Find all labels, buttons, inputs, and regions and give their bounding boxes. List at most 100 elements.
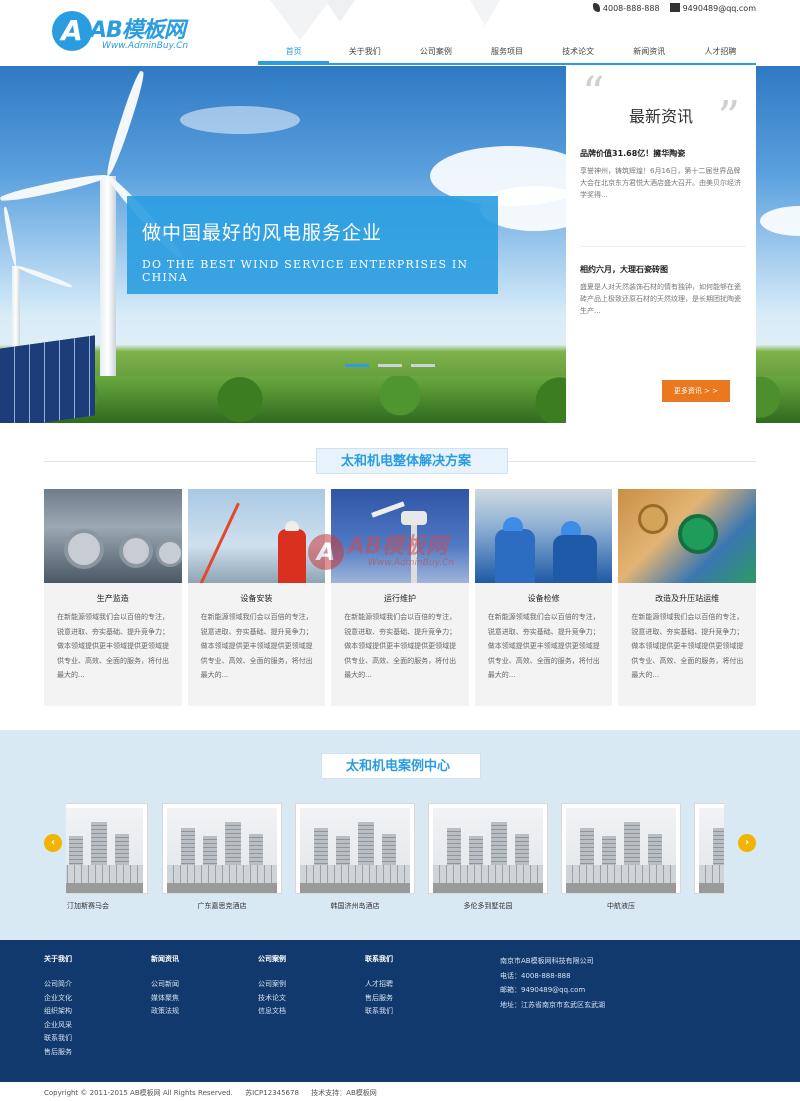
nav-services[interactable]: 服务项目: [471, 43, 542, 63]
case-item[interactable]: 中航液压: [561, 803, 681, 911]
case-name[interactable]: 广东嘉思克酒店: [162, 901, 282, 911]
header-decoration: [470, 0, 500, 26]
more-news-button[interactable]: 更多资讯 > >: [662, 380, 730, 402]
news-panel-title: 最新资讯: [628, 107, 693, 126]
card-text: 在新能源领域我们会以百倍的专注，锐意进取、夯实基础、提升竞争力；做本领域提供更丰…: [344, 613, 457, 679]
case-image[interactable]: [694, 803, 724, 894]
card-image[interactable]: [331, 489, 469, 583]
footer-link[interactable]: 公司新闻: [151, 978, 251, 992]
case-name[interactable]: 韩国济州岛酒店: [295, 901, 415, 911]
nav-cases[interactable]: 公司案例: [400, 43, 471, 63]
card-title[interactable]: 设备安装: [188, 593, 326, 604]
slider-dot-2[interactable]: [378, 364, 402, 367]
slider-dot-3[interactable]: [411, 364, 435, 367]
footer-link[interactable]: 企业文化: [44, 992, 144, 1006]
solution-card[interactable]: 生产监造 在新能源领域我们会以百倍的专注，锐意进取、夯实基础、提升竞争力；做本领…: [44, 489, 182, 706]
logo-badge: A: [52, 11, 92, 51]
card-title[interactable]: 生产监造: [44, 593, 182, 604]
building: [115, 834, 129, 866]
turbine-blade: [14, 263, 73, 289]
card-text: 在新能源领域我们会以百倍的专注，锐意进取、夯实基础、提升竞争力；做本领域提供更丰…: [487, 613, 600, 679]
solution-card[interactable]: 设备安装 在新能源领域我们会以百倍的专注，锐意进取、夯实基础、提升竞争力；做本领…: [187, 489, 326, 706]
storefront: [566, 865, 676, 883]
footer-link[interactable]: 联系我们: [365, 1005, 465, 1019]
news-item[interactable]: 品牌价值31.68亿！擁华陶瓷 享誉神州，铸筑辉煌！6月16日，第十二届世界品牌…: [580, 148, 746, 201]
mail-icon: [669, 3, 680, 12]
footer-link[interactable]: 售后服务: [44, 1046, 144, 1060]
footer-link[interactable]: 联系我们: [44, 1032, 144, 1046]
company-phone: 电话：4008-888-888: [500, 971, 571, 980]
card-image[interactable]: [618, 489, 756, 583]
wind-turbine: [100, 176, 116, 376]
building: [314, 828, 328, 866]
card-text: 在新能源领域我们会以百倍的专注，锐意进取、夯实基础、提升竞争力；做本领域提供更丰…: [631, 613, 744, 679]
site-logo[interactable]: A AB模板网 Www.AdminBuy.Cn: [52, 11, 222, 55]
footer-link[interactable]: 公司简介: [44, 978, 144, 992]
news-headline[interactable]: 品牌价值31.68亿！擁华陶瓷: [580, 148, 746, 159]
news-item[interactable]: 相约六月，大理石瓷砖图 盛夏是人对天然装饰石材的情有独钟，如何能够在瓷砖产品上极…: [580, 264, 746, 317]
card-image[interactable]: [44, 489, 182, 583]
case-item[interactable]: 汀加斯赛马会: [66, 803, 148, 911]
case-image[interactable]: [561, 803, 681, 894]
slider-dot-1[interactable]: [345, 364, 369, 367]
footer-link[interactable]: 技术论文: [258, 992, 358, 1006]
icp-number[interactable]: 苏ICP12345678: [245, 1089, 299, 1097]
nav-about[interactable]: 关于我们: [329, 43, 400, 63]
crane-shape: [198, 502, 240, 583]
case-image[interactable]: [66, 803, 148, 894]
building: [358, 822, 374, 866]
case-name[interactable]: 中航液压: [561, 901, 681, 911]
footer-column-title[interactable]: 公司案例: [258, 954, 358, 964]
nav-jobs[interactable]: 人才招聘: [685, 43, 756, 63]
footer-column-title[interactable]: 关于我们: [44, 954, 144, 964]
chevron-left-icon: ‹: [50, 837, 56, 848]
case-name[interactable]: 多伦多到墅花园: [428, 901, 548, 911]
solution-card[interactable]: 设备检修 在新能源领域我们会以百倍的专注，锐意进取、夯实基础、提升竞争力；做本领…: [474, 489, 613, 706]
case-item[interactable]: 广东嘉思克酒店: [162, 803, 282, 911]
copyright-text: Copyright © 2011-2015 AB模板网 All Rights R…: [44, 1089, 233, 1097]
card-title[interactable]: 设备检修: [475, 593, 613, 604]
footer-link[interactable]: 组织架构: [44, 1005, 144, 1019]
case-item[interactable]: 北京: [694, 803, 724, 911]
email-contact[interactable]: 9490489@qq.com: [669, 3, 756, 13]
footer-column-title[interactable]: 联系我们: [365, 954, 465, 964]
road: [433, 883, 543, 893]
footer-link[interactable]: 媒体聚焦: [151, 992, 251, 1006]
case-item[interactable]: 多伦多到墅花园: [428, 803, 548, 911]
contact-bar: 4008-888-888 9490489@qq.com: [592, 3, 756, 13]
card-image[interactable]: [187, 489, 326, 583]
nav-home[interactable]: 首页: [258, 43, 330, 63]
case-image[interactable]: [295, 803, 415, 894]
building: [336, 836, 350, 866]
road: [66, 883, 143, 893]
solution-card[interactable]: 运行维护 在新能源领域我们会以百倍的专注，锐意进取、夯实基础、提升竞争力；做本领…: [331, 489, 469, 706]
tech-support[interactable]: 技术支持：AB模板网: [311, 1089, 377, 1097]
nav-papers[interactable]: 技术论文: [543, 43, 614, 63]
card-title[interactable]: 改造及升压站运维: [618, 593, 756, 604]
case-name[interactable]: 北京: [694, 901, 724, 911]
case-image[interactable]: [162, 803, 282, 894]
footer-link[interactable]: 政策法规: [151, 1005, 251, 1019]
nav-news[interactable]: 新闻资讯: [614, 43, 685, 63]
prev-arrow-button[interactable]: ‹: [44, 834, 62, 852]
hero-banner: 做中国最好的风电服务企业 DO THE BEST WIND SERVICE EN…: [0, 66, 800, 423]
case-image[interactable]: [428, 803, 548, 894]
news-headline[interactable]: 相约六月，大理石瓷砖图: [580, 264, 746, 275]
phone-number: 4008-888-888: [602, 4, 660, 13]
footer-link[interactable]: 人才招聘: [365, 978, 465, 992]
slogan-chinese: 做中国最好的风电服务企业: [142, 222, 383, 244]
footer-link[interactable]: 信息文档: [258, 1005, 358, 1019]
footer-column-title[interactable]: 新闻资讯: [151, 954, 251, 964]
card-title[interactable]: 运行维护: [331, 593, 469, 604]
solution-card[interactable]: 改造及升压站运维 在新能源领域我们会以百倍的专注，锐意进取、夯实基础、提升竞争力…: [618, 489, 756, 706]
footer-link[interactable]: 公司案例: [258, 978, 358, 992]
building: [624, 822, 640, 866]
footer-link[interactable]: 企业风采: [44, 1019, 144, 1033]
slogan-english: DO THE BEST WIND SERVICE ENTERPRISES IN …: [142, 258, 469, 284]
case-item[interactable]: 韩国济州岛酒店: [295, 803, 415, 911]
footer-link[interactable]: 售后服务: [365, 992, 465, 1006]
next-arrow-button[interactable]: ›: [738, 834, 756, 852]
card-image[interactable]: [474, 489, 613, 583]
case-name[interactable]: 汀加斯赛马会: [66, 901, 148, 911]
building: [91, 822, 107, 866]
